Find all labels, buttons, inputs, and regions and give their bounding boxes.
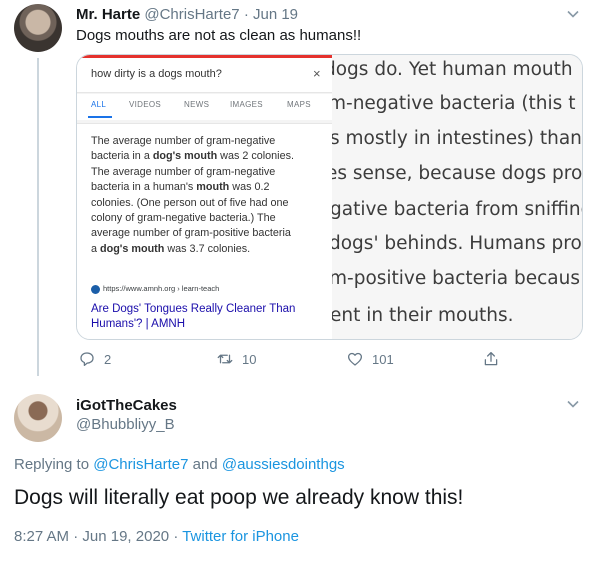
tweet1-author-name[interactable]: Mr. Harte [76, 6, 140, 23]
tweet2-author-name[interactable]: iGotTheCakes [76, 397, 177, 414]
replying-to-label: Replying to [14, 456, 90, 473]
thread-connector-line [37, 58, 39, 376]
heart-icon [347, 352, 363, 366]
tweet2-separator: · [173, 528, 179, 545]
retweet-button[interactable]: 10 [216, 350, 256, 368]
tweet2-source-link[interactable]: Twitter for iPhone [182, 528, 299, 545]
zoomed-line: ent in their mouths. [332, 305, 514, 326]
media-search-accent-bar [77, 55, 332, 58]
reply-icon [80, 352, 94, 367]
tweet2-time[interactable]: 8:27 AM [14, 528, 69, 545]
share-icon [484, 351, 498, 366]
media-tab-all: ALL [91, 100, 107, 109]
tweet1-avatar[interactable] [14, 4, 62, 52]
tweet1-author-handle[interactable]: @ChrisHarte7 [144, 6, 239, 23]
zoomed-line: dogs' behinds. Humans pro [332, 233, 582, 254]
zoomed-line: m-positive bacteria becaus [332, 268, 580, 289]
tweet1-text: Dogs mouths are not as clean as humans!! [76, 27, 362, 44]
media-result-panel: The average number of gram-negative bact… [77, 123, 332, 339]
tweet2-separator: · [73, 528, 79, 545]
like-count: 101 [372, 351, 394, 367]
like-button[interactable]: 101 [346, 350, 394, 368]
media-tab-videos: VIDEOS [129, 100, 162, 109]
chevron-down-icon[interactable] [566, 397, 580, 411]
media-tab-active-indicator [88, 116, 112, 118]
tweet1-date[interactable]: Jun 19 [253, 6, 298, 23]
tweet2-avatar[interactable] [14, 394, 62, 442]
media-tab-images: IMAGES [230, 100, 263, 109]
tweet2-metadata: 8:27 AM · Jun 19, 2020 · Twitter for iPh… [14, 528, 299, 545]
tweet1-header: Mr. Harte @ChrisHarte7 · Jun 19 [76, 6, 298, 23]
zoomed-line: s mostly in intestines) than [332, 128, 582, 149]
tweet2-date[interactable]: Jun 19, 2020 [82, 528, 169, 545]
zoomed-line: gative bacteria from sniffing [332, 199, 583, 220]
media-tab-maps: MAPS [287, 100, 311, 109]
tweet2-text: Dogs will literally eat poop we already … [14, 486, 464, 509]
media-search-query: how dirty is a dogs mouth? [91, 68, 222, 80]
reply-button[interactable]: 2 [78, 350, 111, 368]
media-search-bar: how dirty is a dogs mouth? × [77, 55, 332, 93]
chevron-down-icon[interactable] [566, 7, 580, 21]
amnh-favicon-icon [91, 284, 100, 294]
retweet-count: 10 [242, 351, 257, 367]
retweet-icon [217, 354, 233, 364]
media-result-link: Are Dogs' Tongues Really Cleaner Than Hu… [91, 303, 296, 330]
media-zoomed-text: dogs do. Yet human mouth m-negative bact… [332, 55, 583, 339]
replying-to-line: Replying to @ChrisHarte7 and @aussiesdoi… [14, 456, 345, 473]
media-result-url: https://www.amnh.org › learn-teach [91, 284, 219, 294]
tweet1-media-image[interactable]: how dirty is a dogs mouth? × ALL VIDEOS … [76, 54, 583, 340]
reply-count: 2 [104, 351, 112, 367]
media-result-snippet: The average number of gram-negative bact… [91, 135, 294, 255]
tweet2-author-handle[interactable]: @Bhubbliyy_B [76, 416, 175, 433]
media-tab-news: NEWS [184, 100, 210, 109]
zoomed-line: dogs do. Yet human mouth [332, 59, 573, 80]
reply-mention-chrisharte7[interactable]: @ChrisHarte7 [93, 456, 188, 473]
reply-mention-aussiesdointhgs[interactable]: @aussiesdointhgs [222, 456, 345, 473]
replying-and: and [192, 456, 218, 473]
media-search-tabs: ALL VIDEOS NEWS IMAGES MAPS [77, 94, 332, 120]
zoomed-line: es sense, because dogs pro [332, 163, 583, 184]
share-button[interactable] [482, 350, 508, 368]
close-icon: × [313, 66, 321, 81]
zoomed-line: m-negative bacteria (this t [332, 93, 576, 114]
tweet1-separator: · [243, 6, 249, 23]
